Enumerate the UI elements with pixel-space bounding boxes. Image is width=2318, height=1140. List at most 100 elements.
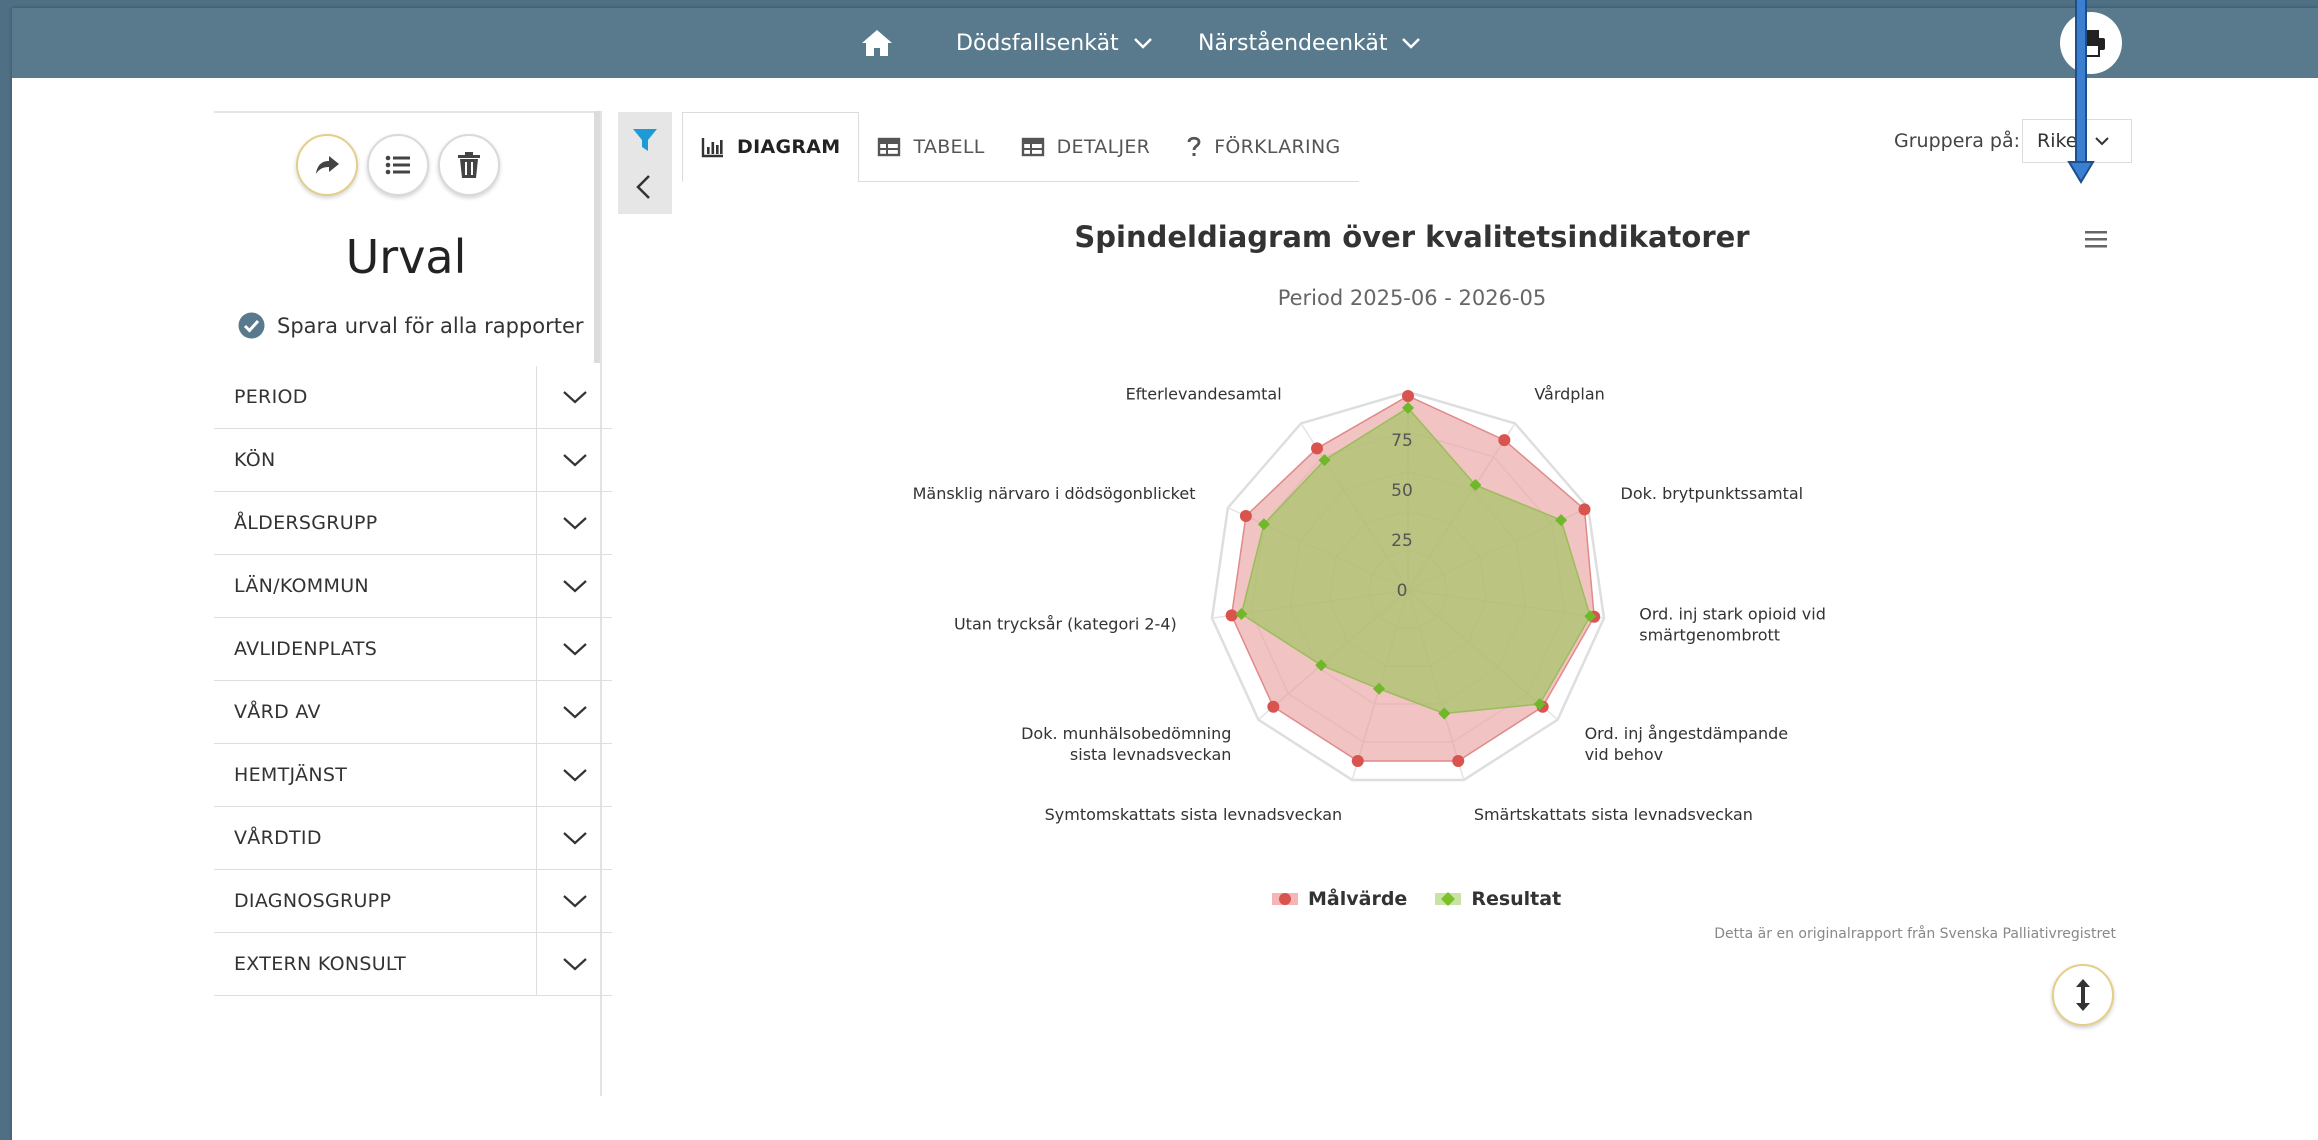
expand-toggle[interactable] xyxy=(536,492,612,554)
resize-button[interactable] xyxy=(2052,964,2114,1026)
nav-narstaendeenkat[interactable]: Närståendeenkät xyxy=(1198,26,1421,60)
chevron-down-icon xyxy=(562,643,587,656)
share-arrow-icon xyxy=(316,156,339,174)
category-label: Efterlevandesamtal xyxy=(1126,384,1282,403)
question-icon xyxy=(1187,136,1201,156)
filter-label: DIAGNOSGRUPP xyxy=(234,890,392,912)
chart-subtitle: Period 2025-06 - 2026-05 xyxy=(1277,286,1547,310)
chevron-down-icon xyxy=(562,958,587,971)
legend-label: Målvärde xyxy=(1308,888,1408,910)
list-icon xyxy=(385,155,410,175)
tab-forklaring[interactable]: FÖRKLARING xyxy=(1168,112,1358,181)
filter-vard-av[interactable]: VÅRD AV xyxy=(214,681,612,744)
filter-label: AVLIDENPLATS xyxy=(234,638,378,660)
filter-hemtjanst[interactable]: HEMTJÄNST xyxy=(214,744,612,807)
report-tabs: DIAGRAM TABELL DETALJER FÖRKLARING xyxy=(682,112,1359,183)
expand-toggle[interactable] xyxy=(536,429,612,491)
expand-toggle[interactable] xyxy=(536,807,612,869)
group-by-select[interactable]: Riket xyxy=(2022,119,2132,163)
category-label: Utan trycksår (kategori 2-4) xyxy=(954,614,1177,633)
legend-marker-circle-icon xyxy=(1272,893,1298,905)
filter-vardtid[interactable]: VÅRDTID xyxy=(214,807,612,870)
category-label: Dok. munhälsobedömning sista levnadsvecka… xyxy=(1021,724,1231,764)
top-navbar: Dödsfallsenkät Närståendeenkät xyxy=(12,8,2318,78)
target-point xyxy=(1267,700,1280,713)
print-icon xyxy=(2077,30,2105,57)
chevron-down-icon xyxy=(562,706,587,719)
expand-toggle[interactable] xyxy=(536,870,612,932)
group-by-value: Riket xyxy=(2037,130,2085,152)
target-point xyxy=(1578,503,1591,516)
sidebar-title: Urval xyxy=(345,230,467,284)
chevron-down-icon xyxy=(562,454,587,467)
chevron-down-icon xyxy=(1133,38,1152,49)
expand-toggle[interactable] xyxy=(536,366,612,428)
nav-dodsfallsenkat[interactable]: Dödsfallsenkät xyxy=(956,26,1153,60)
print-button[interactable] xyxy=(2060,12,2122,74)
category-label: Mänsklig närvaro i dödsögonblicket xyxy=(913,484,1196,503)
radial-tick-label: 50 xyxy=(1391,481,1413,501)
filter-kon[interactable]: KÖN xyxy=(214,429,612,492)
chart-title: Spindeldiagram över kvalitetsindikatorer xyxy=(1074,220,1750,254)
target-point xyxy=(1402,389,1414,402)
chevron-down-icon xyxy=(1402,38,1421,49)
chart-credits: Detta är en originalrapport från Svenska… xyxy=(1714,926,2116,942)
filter-label: VÅRDTID xyxy=(234,827,322,849)
expand-toggle[interactable] xyxy=(536,681,612,743)
tab-label: FÖRKLARING xyxy=(1214,135,1341,158)
chevron-down-icon xyxy=(562,580,587,593)
delete-button[interactable] xyxy=(438,134,500,196)
filter-label: PERIOD xyxy=(234,386,308,408)
target-point xyxy=(1498,434,1511,447)
filter-label: VÅRD AV xyxy=(234,701,321,723)
filter-aldersgrupp[interactable]: ÅLDERSGRUPP xyxy=(214,492,612,555)
filter-icon xyxy=(633,129,657,151)
legend-result[interactable]: Resultat xyxy=(1435,888,1561,910)
target-point xyxy=(1452,754,1465,767)
filter-list: PERIOD KÖN ÅLDERSGRUPP LÄN/KOMMUN AVLIDE… xyxy=(214,366,612,996)
category-label: Ord. inj ångestdämpande vid behov xyxy=(1585,724,1789,764)
table-icon xyxy=(878,137,901,156)
filter-panel-toggle[interactable] xyxy=(618,112,672,214)
tab-detaljer[interactable]: DETALJER xyxy=(1003,112,1169,181)
tab-label: DETALJER xyxy=(1056,135,1151,158)
list-button[interactable] xyxy=(367,134,429,196)
filter-lan-kommun[interactable]: LÄN/KOMMUN xyxy=(214,555,612,618)
app-window: Dödsfallsenkät Närståendeenkät Urval Spa… xyxy=(12,8,2318,1140)
radial-tick-label: 25 xyxy=(1391,531,1413,551)
category-label: Smärtskattats sista levnadsveckan xyxy=(1474,805,1753,824)
expand-toggle[interactable] xyxy=(536,555,612,617)
category-label: Symtomskattats sista levnadsveckan xyxy=(1045,805,1343,824)
save-selection-toggle[interactable]: Spara urval för alla rapporter xyxy=(238,312,584,339)
chevron-down-icon xyxy=(562,769,587,782)
chevron-down-icon xyxy=(2095,137,2109,146)
expand-toggle[interactable] xyxy=(536,933,612,995)
bar-chart-icon xyxy=(701,137,723,157)
filter-extern-konsult[interactable]: EXTERN KONSULT xyxy=(214,933,612,996)
share-button[interactable] xyxy=(296,134,358,196)
chevron-down-icon xyxy=(562,391,587,404)
tab-tabell[interactable]: TABELL xyxy=(859,112,1002,181)
filter-avlidenplats[interactable]: AVLIDENPLATS xyxy=(214,618,612,681)
filter-period[interactable]: PERIOD xyxy=(214,366,612,429)
nav-label: Närståendeenkät xyxy=(1198,30,1388,56)
filter-diagnosgrupp[interactable]: DIAGNOSGRUPP xyxy=(214,870,612,933)
legend-target[interactable]: Målvärde xyxy=(1272,888,1407,910)
chevron-left-icon xyxy=(636,175,650,199)
radar-chart: 0255075Läkarbeslut palliativ vårdVårdpla… xyxy=(913,384,1826,824)
home-icon[interactable] xyxy=(860,28,894,58)
target-point xyxy=(1311,442,1324,455)
expand-toggle[interactable] xyxy=(536,744,612,806)
check-circle-icon xyxy=(238,312,265,339)
chart-menu-icon[interactable] xyxy=(2084,228,2108,250)
category-label: Dok. brytpunktssamtal xyxy=(1621,484,1804,503)
tab-diagram[interactable]: DIAGRAM xyxy=(682,112,860,183)
expand-toggle[interactable] xyxy=(536,618,612,680)
category-label: Vårdplan xyxy=(1534,384,1605,403)
category-label: Ord. inj stark opioid vid smärtgenombrott xyxy=(1639,604,1826,644)
filter-label: KÖN xyxy=(234,449,276,471)
sidebar-top-border xyxy=(214,111,598,113)
tab-label: DIAGRAM xyxy=(737,135,841,158)
filter-label: EXTERN KONSULT xyxy=(234,953,407,975)
target-point xyxy=(1239,509,1252,522)
